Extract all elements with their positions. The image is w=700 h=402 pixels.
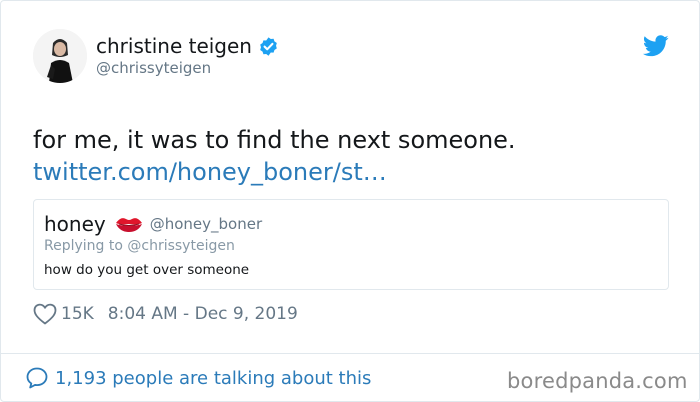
tweet-card: christine teigen @chrissyteigen for me, …	[0, 0, 700, 402]
tweet-meta-row: 15K 8:04 AM - Dec 9, 2019	[33, 303, 298, 325]
conversation-link[interactable]: 1,193 people are talking about this	[25, 366, 371, 390]
quoted-display-name: honey	[44, 212, 106, 236]
speech-bubble-icon	[25, 366, 49, 390]
author-name-row: christine teigen	[96, 34, 279, 58]
tweet-text: for me, it was to find the next someone.	[33, 126, 516, 154]
verified-badge-icon	[258, 36, 279, 57]
quoted-tweet-text: how do you get over someone	[44, 262, 250, 278]
heart-icon[interactable]	[33, 303, 57, 325]
watermark-logo: boredpanda.com	[507, 369, 688, 393]
avatar[interactable]	[33, 29, 87, 83]
quoted-tweet[interactable]: honey @honey_boner Replying to @chrissyt…	[33, 199, 669, 290]
quoted-handle: @honey_boner	[149, 215, 263, 233]
twitter-bird-icon[interactable]	[642, 35, 669, 57]
conversation-count-text: 1,193 people are talking about this	[55, 367, 372, 389]
avatar-photo	[33, 29, 87, 83]
quoted-author-row: honey @honey_boner	[44, 212, 262, 236]
replying-to-label: Replying to @chrissyteigen	[44, 238, 235, 254]
like-count[interactable]: 15K	[61, 304, 94, 324]
author-display-name[interactable]: christine teigen	[96, 34, 252, 58]
divider	[1, 353, 700, 354]
tweet-link[interactable]: twitter.com/honey_boner/st…	[33, 156, 387, 188]
timestamp[interactable]: 8:04 AM - Dec 9, 2019	[108, 304, 298, 324]
kiss-mark-icon	[114, 215, 144, 233]
author-handle[interactable]: @chrissyteigen	[96, 59, 211, 77]
